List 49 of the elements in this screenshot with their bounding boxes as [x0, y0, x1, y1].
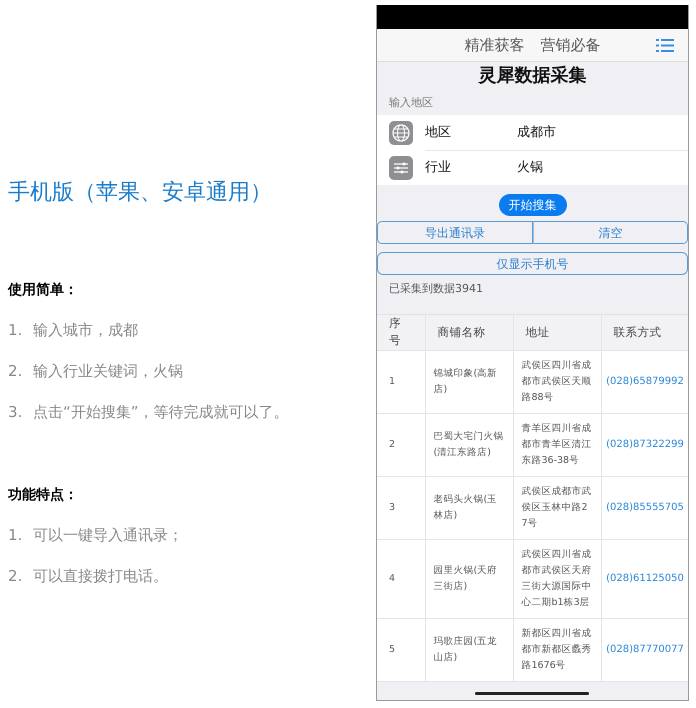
item-text: 输入行业关键词，火锅	[33, 361, 183, 382]
table-cell: 玛歌庄园(五龙山店)	[425, 618, 513, 681]
table-cell: 武侯区四川省成都市武侯区天顺路88号	[513, 350, 601, 413]
page-title: 手机版（苹果、安卓通用）	[8, 179, 273, 207]
filter-button[interactable]: 仅显示手机号	[377, 252, 688, 275]
item-number: 3.	[8, 402, 24, 423]
table-cell: 老码头火锅(玉林店)	[425, 476, 513, 539]
count-text: 已采集到数据3941	[389, 282, 483, 295]
field-value[interactable]: 成都市	[517, 122, 556, 142]
section-heading: 功能特点：	[8, 486, 79, 505]
table-cell: 3	[377, 476, 425, 539]
column-header: 序号	[377, 315, 425, 350]
action-button[interactable]: 导出通讯录	[377, 221, 532, 244]
tagline: 营销必备	[540, 34, 600, 56]
section-heading: 使用简单：	[8, 281, 79, 300]
sliders-icon	[389, 156, 413, 180]
phone-link[interactable]: (028)65879992	[601, 350, 688, 413]
item-text: 点击“开始搜集”，等待完成就可以了。	[33, 402, 289, 423]
item-text: 可以直接拨打电话。	[33, 566, 168, 587]
column-header: 联系方式	[601, 315, 688, 350]
table-cell: 青羊区四川省成都市青羊区清江东路36-38号	[513, 413, 601, 476]
item-text: 可以一键导入通讯录；	[33, 525, 183, 546]
item-number: 1.	[8, 525, 24, 546]
table-cell: 武侯区四川省成都市武侯区天府三街大源国际中心二期b1栋3层	[513, 539, 601, 618]
item-number: 1.	[8, 320, 24, 341]
table-cell: 园里火锅(天府三街店)	[425, 539, 513, 618]
item-number: 2.	[8, 361, 24, 382]
globe-icon	[389, 120, 413, 144]
table-cell: 武侯区成都市武侯区玉林中路27号	[513, 476, 601, 539]
field-label: 地区	[425, 124, 452, 142]
column-header: 商铺名称	[425, 315, 513, 350]
action-button[interactable]: 清空	[532, 221, 688, 244]
field-value[interactable]: 火锅	[517, 158, 543, 178]
table-cell: 巴蜀大宅门火锅(清江东路店)	[425, 413, 513, 476]
item-number: 2.	[8, 566, 24, 587]
menu-icon[interactable]	[656, 39, 674, 52]
app-title: 灵犀数据采集	[478, 65, 586, 86]
section-label: 输入地区	[389, 96, 433, 109]
table-cell: 2	[377, 413, 425, 476]
table-cell: 4	[377, 539, 425, 618]
table-cell: 新都区四川省成都市新都区蠡秀路1676号	[513, 618, 601, 681]
table-cell: 5	[377, 618, 425, 681]
field-label: 行业	[425, 159, 452, 178]
table-cell: 1	[377, 350, 425, 413]
tagline: 精准获客	[464, 34, 524, 56]
item-text: 输入城市，成都	[33, 320, 138, 341]
table-cell: 锦城印象(高新店)	[425, 350, 513, 413]
search-button[interactable]: 开始搜集	[498, 194, 566, 216]
column-header: 地址	[513, 315, 601, 350]
